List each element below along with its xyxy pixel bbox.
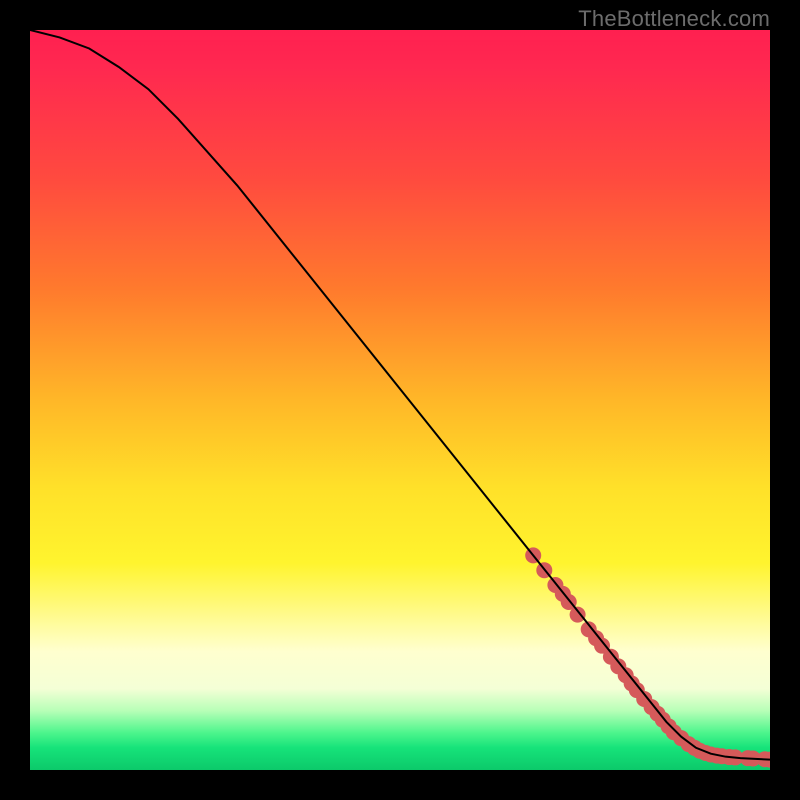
data-marker (570, 607, 586, 623)
chart-svg (30, 30, 770, 770)
bottleneck-curve (30, 30, 770, 760)
marker-group (525, 547, 770, 767)
chart-frame: TheBottleneck.com (0, 0, 800, 800)
plot-area (30, 30, 770, 770)
watermark-text: TheBottleneck.com (578, 6, 770, 32)
